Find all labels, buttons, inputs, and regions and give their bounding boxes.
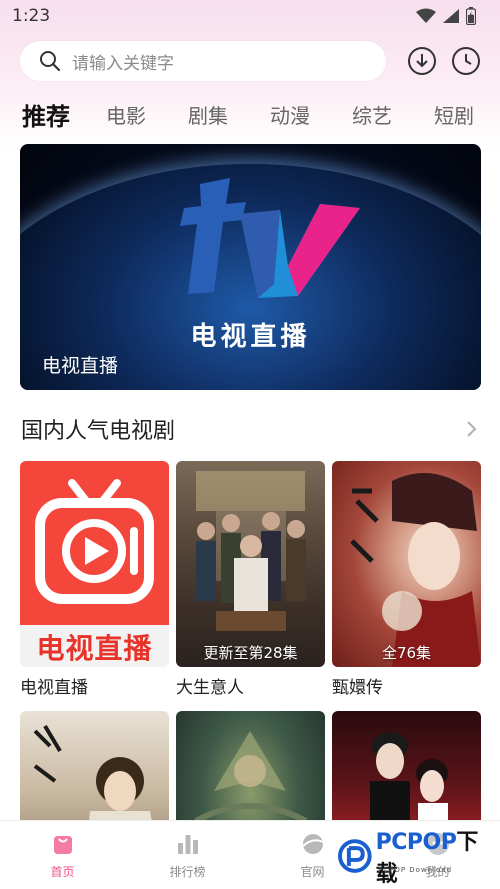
hero-banner[interactable]: 电视直播 电视直播	[20, 144, 481, 390]
poster-image: 全76集	[332, 461, 481, 667]
poster-figures	[196, 471, 306, 631]
history-icon	[452, 47, 480, 75]
card-title: 大生意人	[176, 678, 244, 698]
drama-card[interactable]: 全76集 甄嬛传	[332, 461, 481, 698]
tab-short-drama[interactable]: 短剧	[434, 100, 474, 129]
tab-movies[interactable]: 电影	[106, 100, 146, 129]
nav-label: 排行榜	[169, 865, 206, 879]
history-button[interactable]	[450, 45, 482, 77]
tab-recommend[interactable]: 推荐	[22, 97, 70, 132]
tab-anime[interactable]: 动漫	[270, 100, 310, 129]
card-title: 甄嬛传	[332, 678, 383, 698]
section-title: 国内人气电视剧	[21, 419, 176, 444]
watermark-subtext: PCPOP Download	[378, 866, 453, 874]
tv-app-icon	[35, 479, 154, 604]
drama-card[interactable]: 更新至第28集 大生意人	[176, 461, 325, 698]
nav-home[interactable]: 首页	[0, 821, 125, 889]
status-icons	[416, 7, 476, 25]
nav-ranking[interactable]: 排行榜	[125, 821, 250, 889]
watermark-text: PCPOP下载	[375, 830, 479, 887]
section-header[interactable]: 国内人气电视剧	[21, 412, 481, 446]
banner-logo-text: 电视直播	[190, 322, 311, 352]
tab-series[interactable]: 剧集	[188, 100, 228, 129]
drama-card[interactable]: 电视直播 电视直播	[20, 461, 169, 698]
card-title: 电视直播	[20, 678, 88, 698]
poster-figure	[350, 473, 481, 667]
episode-badge: 全76集	[381, 644, 432, 662]
download-icon	[408, 47, 436, 75]
website-icon	[301, 834, 323, 854]
poster-image: 更新至第28集	[176, 461, 325, 667]
home-icon	[53, 836, 72, 854]
tv-logo-icon	[180, 178, 360, 298]
poster-image: 电视直播	[20, 461, 169, 667]
ranking-icon	[177, 835, 198, 854]
nav-label: 首页	[50, 865, 75, 879]
search-row: 请输入关键字	[20, 40, 486, 82]
search-input[interactable]: 请输入关键字	[20, 41, 386, 81]
app-screen: 1:23 请输入关键字 推荐 电影 剧集 动漫 综艺 短剧 电视直播 电视直播 …	[0, 0, 500, 889]
search-icon	[40, 51, 61, 72]
battery-icon	[466, 7, 476, 25]
pcpop-logo-icon	[338, 839, 372, 873]
tab-variety[interactable]: 综艺	[352, 100, 392, 129]
nav-label: 官网	[300, 865, 325, 879]
wifi-icon	[416, 8, 436, 23]
status-time: 1:23	[12, 6, 51, 26]
status-bar: 1:23	[0, 0, 500, 32]
signal-icon	[443, 9, 459, 23]
poster-text: 电视直播	[36, 632, 153, 665]
watermark: PCPOP下载 PCPOP Download	[338, 830, 498, 887]
banner-caption: 电视直播	[42, 355, 119, 377]
chevron-right-icon[interactable]	[461, 419, 481, 439]
category-tabs: 推荐 电影 剧集 动漫 综艺 短剧	[22, 94, 500, 134]
search-placeholder: 请输入关键字	[72, 53, 174, 74]
download-button[interactable]	[406, 45, 438, 77]
episode-badge: 更新至第28集	[203, 644, 298, 662]
